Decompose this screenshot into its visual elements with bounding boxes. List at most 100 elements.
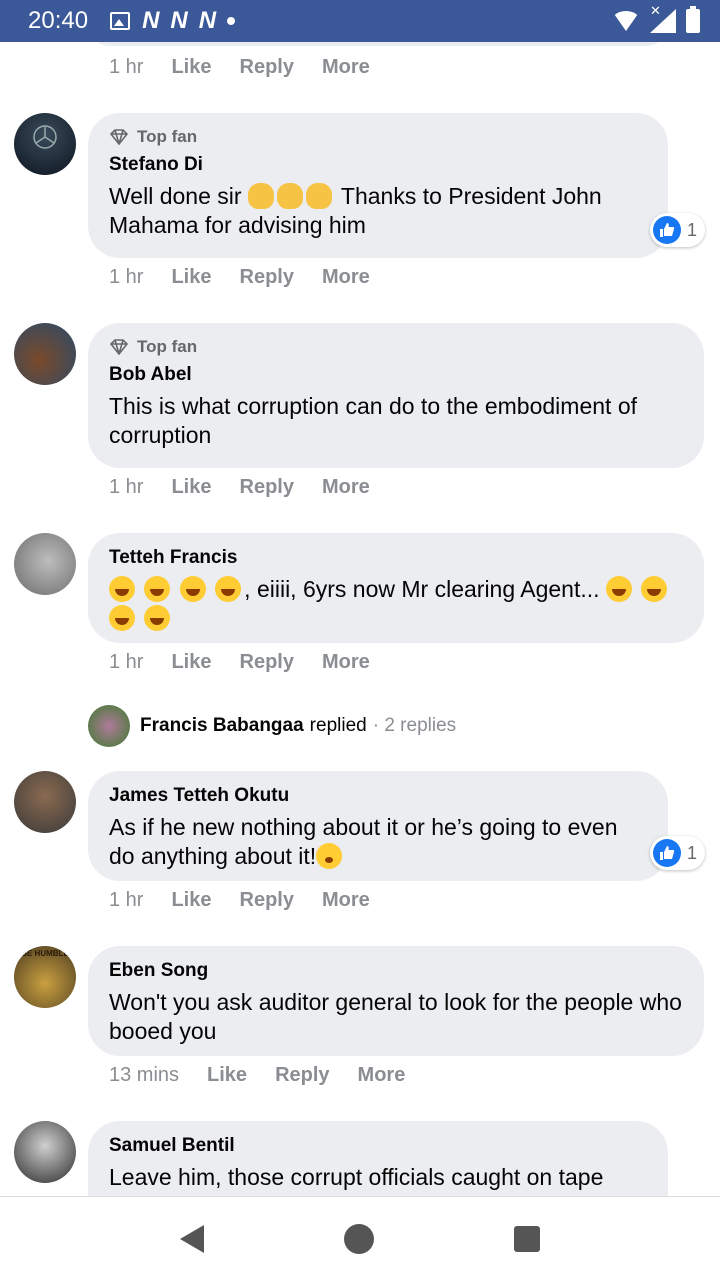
comment-bubble[interactable]: Tetteh Francis , eiiii, 6yrs now Mr clea… (88, 533, 704, 643)
recent-apps-icon[interactable] (514, 1225, 540, 1252)
comment-text: This is what corruption can do to the em… (109, 393, 638, 448)
comment-time: 1 hr (109, 476, 144, 498)
commenter-name[interactable]: Samuel Bentil (109, 1135, 648, 1157)
notification-n-icon: N (198, 7, 216, 34)
status-bar: 20:40 N N N ✕ (0, 0, 720, 42)
reaction-count-badge[interactable]: 1 (650, 213, 706, 247)
more-notifications-dot-icon (227, 17, 236, 25)
comment-bubble[interactable]: James Tetteh Okutu As if he new nothing … (88, 771, 668, 881)
more-button[interactable]: More (322, 889, 370, 912)
like-button[interactable]: Like (207, 1064, 247, 1087)
frowning-emoji-icon (316, 843, 343, 869)
status-time: 20:40 (28, 7, 89, 34)
comment-text: Leave him, those corrupt officials caugh… (109, 1164, 604, 1190)
notification-n-icon: N (142, 7, 159, 34)
comment-actions: 1 hr Like Reply More (109, 889, 370, 912)
reply-button[interactable]: Reply (240, 651, 294, 674)
notification-n-icon: N (170, 7, 187, 34)
replier-name: Francis Babangaa (140, 715, 304, 736)
view-replies-link[interactable]: Francis Babangaa replied · 2 replies (88, 705, 456, 747)
laughing-emoji-icon (215, 576, 242, 602)
thumbs-up-icon (653, 839, 681, 867)
tears-of-joy-emoji-icon (109, 605, 135, 631)
top-fan-badge: Top fan (109, 127, 648, 147)
comment-text: As if he new nothing about it or he’s go… (109, 813, 648, 871)
reply-button[interactable]: Reply (240, 889, 294, 912)
comment-bubble[interactable]: Eben Song Won't you ask auditor general … (88, 946, 704, 1056)
comment-text: , eiiii, 6yrs now Mr clearing Agent... (109, 575, 684, 633)
comments-feed[interactable]: 1 hr Like Reply More Top fan Stefano Di … (0, 42, 720, 1196)
comment-bubble[interactable]: Top fan Bob Abel This is what corruption… (88, 323, 704, 468)
like-button[interactable]: Like (171, 56, 211, 79)
back-icon[interactable] (180, 1224, 204, 1253)
clapping-emoji-icon (305, 183, 332, 209)
comment-text: Well done sir Thanks to President John M… (109, 182, 648, 240)
clapping-emoji-icon (276, 183, 303, 209)
top-fan-label: Top fan (137, 127, 198, 146)
comment-time: 13 mins (109, 1064, 180, 1086)
comment-actions: 1 hr Like Reply More (109, 56, 370, 79)
thumbs-up-icon (653, 216, 681, 244)
comment-actions: 1 hr Like Reply More (109, 266, 370, 289)
avatar[interactable] (14, 1121, 76, 1183)
battery-icon (686, 6, 700, 33)
rofl-emoji-icon (144, 576, 171, 602)
more-button[interactable]: More (358, 1064, 406, 1087)
reaction-count: 1 (687, 842, 698, 863)
grinning-emoji-icon (109, 576, 135, 602)
like-button[interactable]: Like (171, 889, 211, 912)
top-fan-label: Top fan (137, 337, 198, 356)
wifi-icon (612, 11, 640, 31)
top-fan-badge: Top fan (109, 337, 684, 357)
avatar-text: BE HUMBLE (21, 949, 69, 958)
comment-time: 1 hr (109, 651, 144, 673)
comment-actions: 1 hr Like Reply More (109, 476, 370, 499)
reply-button[interactable]: Reply (240, 56, 294, 79)
comment-bubble-partial (88, 42, 668, 46)
like-button[interactable]: Like (171, 476, 211, 499)
clapping-emoji-icon (247, 183, 274, 209)
commenter-name[interactable]: James Tetteh Okutu (109, 785, 648, 807)
comment-time: 1 hr (109, 889, 144, 911)
more-button[interactable]: More (322, 266, 370, 289)
avatar[interactable]: BE HUMBLE (14, 946, 76, 1008)
reply-button[interactable]: Reply (275, 1064, 329, 1087)
more-button[interactable]: More (322, 651, 370, 674)
avatar[interactable] (14, 113, 76, 175)
avatar[interactable] (14, 533, 76, 595)
laughing-emoji-icon (144, 605, 171, 631)
comment-bubble[interactable]: Samuel Bentil Leave him, those corrupt o… (88, 1121, 668, 1196)
commenter-name[interactable]: Stefano Di (109, 154, 648, 176)
rofl-emoji-icon (641, 576, 668, 602)
comment-bubble[interactable]: Top fan Stefano Di Well done sir Thanks … (88, 113, 668, 258)
comment-time: 1 hr (109, 266, 144, 288)
more-button[interactable]: More (322, 56, 370, 79)
more-button[interactable]: More (322, 476, 370, 499)
comment-actions: 13 mins Like Reply More (109, 1064, 405, 1087)
grinning-emoji-icon (605, 576, 632, 602)
gallery-notification-icon (110, 12, 131, 30)
home-icon[interactable] (344, 1223, 374, 1254)
commenter-name[interactable]: Bob Abel (109, 364, 684, 386)
commenter-name[interactable]: Eben Song (109, 960, 684, 982)
cell-signal-icon: ✕ (650, 3, 676, 33)
android-nav-bar (0, 1196, 720, 1280)
comment-text-part: As if he new nothing about it or he’s go… (109, 814, 618, 869)
replied-verb: replied (309, 715, 367, 736)
comment-text: Won't you ask auditor general to look fo… (109, 989, 682, 1044)
reply-button[interactable]: Reply (240, 266, 294, 289)
like-button[interactable]: Like (171, 266, 211, 289)
comment-text-part: Well done sir (109, 183, 242, 209)
reply-button[interactable]: Reply (240, 476, 294, 499)
diamond-icon (109, 339, 129, 355)
avatar[interactable] (14, 771, 76, 833)
reaction-count: 1 (687, 219, 698, 240)
comment-time: 1 hr (109, 56, 144, 78)
avatar[interactable] (14, 323, 76, 385)
reaction-count-badge[interactable]: 1 (650, 836, 706, 870)
like-button[interactable]: Like (171, 651, 211, 674)
reply-count: · 2 replies (372, 715, 457, 736)
comment-text-part: , eiiii, 6yrs now Mr clearing Agent... (244, 576, 600, 602)
diamond-icon (109, 129, 129, 145)
commenter-name[interactable]: Tetteh Francis (109, 547, 684, 569)
